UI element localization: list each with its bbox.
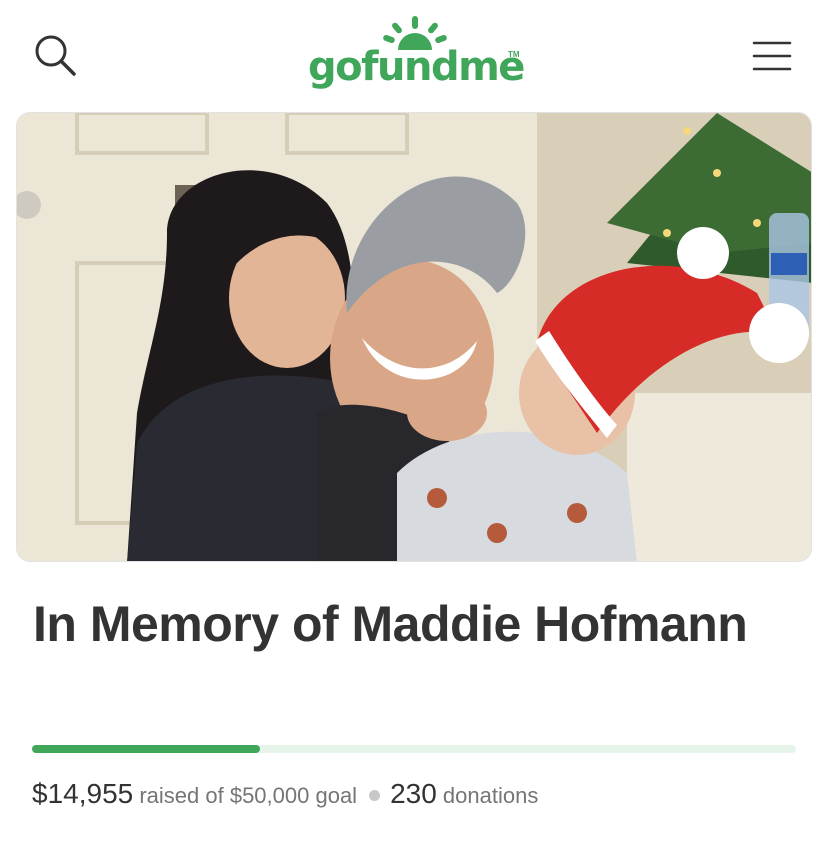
fundraising-stats: $14,955 raised of $50,000 goal 230 donati… [32, 778, 538, 810]
separator-dot [369, 789, 381, 801]
logo-trademark: TM [508, 50, 520, 59]
hamburger-menu-icon [752, 41, 792, 71]
campaign-photo[interactable] [16, 112, 812, 562]
logo-wordmark: gofundme [308, 44, 525, 90]
search-button[interactable] [30, 30, 80, 80]
campaign-photo-illustration [17, 113, 811, 561]
goal-text: raised of $50,000 goal [139, 783, 358, 808]
donations-label: donations [442, 783, 539, 808]
progress-bar [32, 745, 796, 753]
menu-button[interactable] [748, 36, 796, 76]
progress-bar-fill [32, 745, 261, 753]
site-header: gofundme TM [0, 0, 828, 105]
donations-count: 230 [390, 778, 437, 809]
gofundme-logo[interactable]: gofundme TM [300, 14, 530, 98]
campaign-title: In Memory of Maddie Hofmann [33, 596, 748, 652]
amount-raised: $14,955 [32, 778, 134, 809]
search-icon [35, 35, 76, 76]
